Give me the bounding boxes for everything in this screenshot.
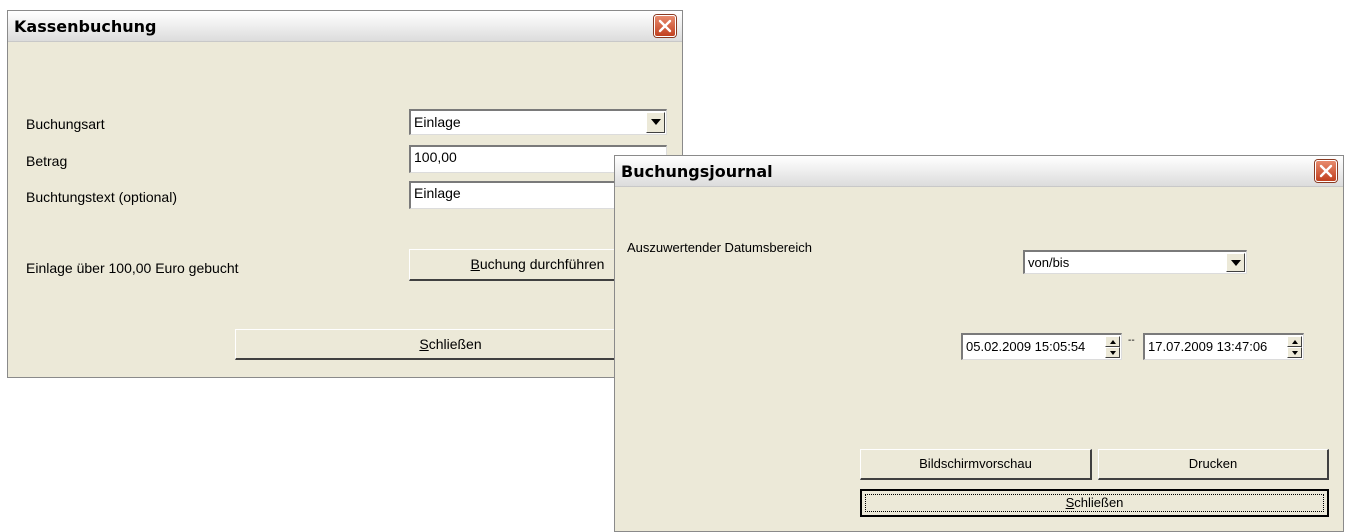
status-text: Einlage über 100,00 Euro gebucht bbox=[26, 260, 239, 276]
date-separator: -- bbox=[1128, 335, 1135, 346]
close-window-button[interactable] bbox=[1315, 160, 1337, 182]
spin-up-icon bbox=[1110, 340, 1116, 344]
bildschirmvorschau-button[interactable]: Bildschirmvorschau bbox=[860, 449, 1092, 480]
spin-down-icon bbox=[1110, 351, 1116, 355]
buchungsart-value: Einlage bbox=[414, 114, 461, 130]
button-label: uchung durchführen bbox=[479, 256, 605, 272]
window-title: Buchungsjournal bbox=[621, 162, 773, 181]
close-x-icon bbox=[658, 19, 672, 33]
title-bar[interactable]: Buchungsjournal bbox=[615, 156, 1343, 187]
close-window-button[interactable] bbox=[654, 15, 676, 37]
buchungsart-select[interactable]: Einlage bbox=[409, 109, 667, 135]
date-from-picker[interactable]: 05.02.2009 15:05:54 bbox=[961, 333, 1122, 360]
kassenbuchung-window: Kassenbuchung Buchungsart Einlage Betrag… bbox=[7, 10, 683, 378]
window-title: Kassenbuchung bbox=[14, 17, 157, 36]
schliessen-button[interactable]: Schließen bbox=[235, 329, 667, 360]
drucken-button[interactable]: Drucken bbox=[1098, 449, 1329, 480]
spin-up-icon bbox=[1292, 340, 1298, 344]
mnemonic: S bbox=[419, 336, 429, 352]
datumsbereich-value: von/bis bbox=[1028, 255, 1070, 270]
spin-up-button[interactable] bbox=[1105, 336, 1120, 347]
dropdown-button[interactable] bbox=[1226, 253, 1245, 272]
datumsbereich-label: Auszuwertender Datumsbereich bbox=[627, 240, 812, 255]
buchungsart-label: Buchungsart bbox=[26, 116, 105, 132]
date-to-picker[interactable]: 17.07.2009 13:47:06 bbox=[1143, 333, 1304, 360]
chevron-down-icon bbox=[1231, 260, 1241, 266]
spin-down-icon bbox=[1292, 351, 1298, 355]
dropdown-button[interactable] bbox=[646, 112, 665, 133]
datumsbereich-select[interactable]: von/bis bbox=[1023, 250, 1247, 274]
date-to-spinner bbox=[1287, 336, 1302, 358]
spin-up-button[interactable] bbox=[1287, 336, 1302, 347]
title-bar[interactable]: Kassenbuchung bbox=[8, 11, 682, 42]
buchungstext-label: Buchtungstext (optional) bbox=[26, 189, 177, 205]
button-label: chließen bbox=[428, 336, 482, 352]
chevron-down-icon bbox=[651, 119, 661, 125]
betrag-label: Betrag bbox=[26, 153, 68, 169]
spin-down-button[interactable] bbox=[1287, 347, 1302, 358]
focus-rectangle bbox=[865, 494, 1324, 512]
date-from-spinner bbox=[1105, 336, 1120, 358]
spin-down-button[interactable] bbox=[1105, 347, 1120, 358]
buchungsjournal-window: Buchungsjournal Auszuwertender Datumsber… bbox=[614, 155, 1344, 532]
mnemonic: B bbox=[470, 256, 480, 272]
date-from-value: 05.02.2009 15:05:54 bbox=[966, 339, 1086, 354]
close-x-icon bbox=[1319, 164, 1333, 178]
date-to-value: 17.07.2009 13:47:06 bbox=[1148, 339, 1268, 354]
schliessen-button[interactable]: Schließen bbox=[860, 489, 1329, 517]
